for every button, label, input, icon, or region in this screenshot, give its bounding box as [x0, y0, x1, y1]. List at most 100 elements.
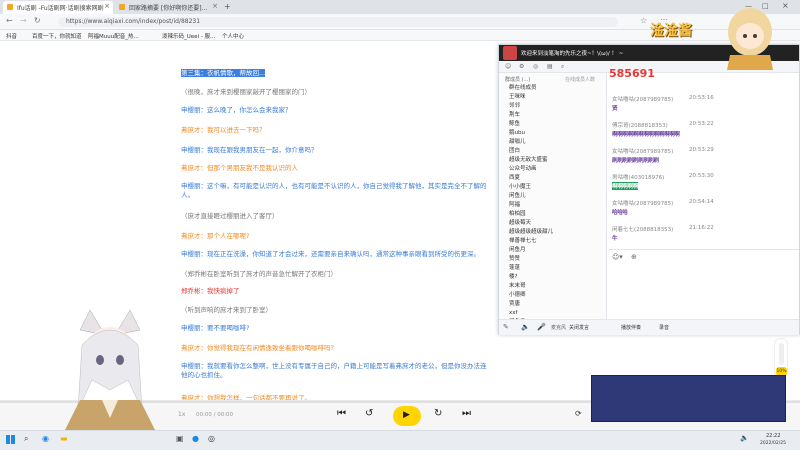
member-list-item[interactable]: 贾唐	[509, 301, 520, 308]
chat-input[interactable]	[609, 265, 799, 319]
script-line: 申樱丽：现在正在洗澡，你知道了才会过来，还需要亲自来确认吗，通常这种事亲眼看到所…	[181, 250, 480, 258]
forward-skip-icon[interactable]: ↻	[434, 408, 442, 419]
settings-icon[interactable]: ⚙	[519, 63, 524, 70]
script-line: （郑乔彬在卧室听到了庶才的声音急忙解开了衣柜门）	[181, 270, 337, 278]
member-list-item[interactable]: 团白	[509, 148, 520, 155]
member-list-item[interactable]: 柏柏园	[509, 211, 526, 218]
user-icon[interactable]: ☺	[505, 63, 511, 70]
script-line: 申樱丽：要不要喝咖啡?	[181, 324, 250, 332]
member-list-item[interactable]: 西夏	[509, 175, 520, 182]
star-icon[interactable]: ☆	[640, 16, 647, 25]
search-icon[interactable]: ⌕	[561, 63, 564, 71]
member-list-item[interactable]: 闲鱼儿	[509, 193, 526, 200]
member-list-item[interactable]: 公众号动画	[509, 166, 537, 173]
message-sender: 女咕噜咕(2087989785)	[612, 97, 674, 103]
qq-icon[interactable]: ●	[192, 434, 199, 443]
avatar	[65, 309, 155, 430]
browser-tab-2[interactable]: 回家路摘要 [你好啊你还要]... ×	[115, 1, 221, 14]
bookmark-item[interactable]: 百度一下，你就知道	[32, 32, 82, 40]
member-list-item[interactable]: xxf	[509, 310, 517, 317]
close-speak-button[interactable]: 关闭发言	[569, 324, 589, 331]
script-line: （听到声响的庶才来到了卧室）	[181, 306, 272, 314]
mic-label[interactable]: 麦克风	[551, 324, 566, 331]
search-icon[interactable]: ⌕	[24, 434, 28, 444]
script-line: 弗庶才：我可以进去一下吗？	[181, 126, 266, 134]
message-sender: 男咕噜(403018976)	[612, 175, 665, 181]
steam-icon[interactable]: ◎	[208, 434, 215, 443]
back-icon[interactable]: ←	[6, 16, 13, 25]
at-icon[interactable]: ⊕	[631, 253, 637, 261]
member-list-item[interactable]: 鹅ubu	[509, 130, 525, 137]
message-time: 20:53:30	[689, 173, 714, 179]
script-line: 申樱丽：这么晚了，你怎么会来我家？	[181, 106, 292, 114]
message-text: 牛	[612, 236, 618, 242]
new-tab-icon[interactable]: +	[224, 2, 231, 11]
script-title: 第三集：衣帆情歌，帮故回...	[181, 69, 266, 77]
member-list-item[interactable]: 楼?	[509, 274, 517, 281]
location-icon[interactable]: ◎	[533, 63, 538, 70]
record-button[interactable]: 录音	[659, 324, 669, 331]
message-time: 20:53:16	[689, 95, 714, 101]
emoji-icon[interactable]: ☺▾	[612, 253, 623, 261]
bookmark-item[interactable]: 阿福Muuu配音_热...	[88, 32, 139, 40]
browser-tab-1[interactable]: Ifu话剧 -Fu话剧网·话剧搜索网剧 ×	[3, 1, 113, 14]
member-list-item[interactable]: 超级超级超级甜儿	[509, 229, 553, 236]
speed-button[interactable]: 1x	[178, 411, 185, 418]
message-time: 20:54:14	[689, 199, 714, 205]
app-icon[interactable]: ▣	[176, 434, 184, 443]
message-time: 20:53:22	[689, 121, 714, 127]
rewind-icon[interactable]: ↺	[365, 408, 373, 419]
member-list-item[interactable]: 王咪咪	[509, 94, 526, 101]
site-favicon-icon	[119, 4, 125, 10]
next-icon[interactable]: ⏭	[462, 408, 471, 419]
file-explorer-icon[interactable]: ▬	[60, 434, 68, 443]
group-avatar	[503, 46, 517, 60]
member-list-item[interactable]: 小小魔王	[509, 184, 531, 191]
play-button[interactable]: ▶	[393, 406, 421, 426]
member-list-item[interactable]: 末末哥	[509, 283, 526, 290]
member-list-item[interactable]: 禅善禅七七	[509, 238, 537, 245]
bookmark-item[interactable]: 个人中心	[222, 32, 244, 40]
side-progress-widget[interactable]: 10%	[774, 338, 788, 378]
member-list-item[interactable]: 蓬蓬	[509, 265, 520, 272]
member-list-item[interactable]: 闲鱼月	[509, 247, 526, 254]
forward-icon[interactable]: →	[20, 16, 27, 25]
url-field[interactable]: https://www.aiqiaxi.com/index/post/id/88…	[58, 17, 618, 27]
big-number-message: 585691	[609, 67, 655, 80]
message-text: 哈哈哈	[612, 210, 628, 216]
edge-browser-icon[interactable]: ◉	[42, 434, 49, 443]
member-list-item[interactable]: 小德卿	[509, 292, 526, 299]
windows-start-icon[interactable]	[6, 435, 15, 444]
message-text: 啊啊啊啊啊	[612, 182, 639, 190]
close-tab-icon[interactable]: ×	[212, 2, 218, 10]
member-list-item[interactable]: 超级无敌大盛蜜	[509, 157, 548, 164]
previous-icon[interactable]: ⏮	[337, 408, 346, 419]
lock-icon[interactable]: ▤	[547, 63, 553, 70]
overlay-panel	[591, 375, 786, 422]
loop-icon[interactable]: ⟳	[575, 409, 582, 418]
bookmark-item[interactable]: 抖音	[6, 32, 17, 40]
member-list-item[interactable]: 鲸鱼	[509, 121, 520, 128]
script-line: 郑乔彬：我快疯掉了	[181, 287, 240, 295]
member-list-item[interactable]: 群在线成员	[509, 85, 537, 92]
script-line: 申樱丽：我就要看你怎么整啊，世上没有专属于自己的，户籍上可能是写着弗庶才的老公，…	[181, 362, 487, 379]
divider	[609, 249, 799, 250]
script-line: 弗庶才：但那个男朋友我不是我认识的人	[181, 164, 298, 172]
member-list-item[interactable]: 邻邻	[509, 103, 520, 110]
share-icon[interactable]: ✎	[503, 323, 509, 331]
member-list-item[interactable]: 荆车	[509, 112, 520, 119]
chibi-mascot	[727, 8, 773, 70]
volume-icon[interactable]: 🔈	[521, 323, 530, 331]
member-list-item[interactable]: 阿福	[509, 202, 520, 209]
close-tab-icon[interactable]: ×	[104, 2, 110, 10]
script-line: （庶才直接瞪过樱丽进入了客厅）	[181, 212, 279, 220]
member-list: 群成员 (...) 在线成员人数 群在线成员 王咪咪 邻邻 荆车 鲸鱼 鹅ubu 甜咖儿 团白…	[499, 73, 607, 325]
bookmark-item[interactable]: 泼辣乐码_Ueei - 服...	[162, 32, 215, 40]
play-accompaniment-button[interactable]: 播放伴奏	[621, 324, 641, 331]
reload-icon[interactable]: ↻	[34, 16, 41, 25]
volume-icon[interactable]: 🔈	[740, 434, 749, 442]
member-list-item[interactable]: 赞赞	[509, 256, 520, 263]
microphone-icon[interactable]: 🎤	[537, 323, 546, 331]
member-list-item[interactable]: 超级莓天	[509, 220, 531, 227]
member-list-item[interactable]: 甜咖儿	[509, 139, 526, 146]
